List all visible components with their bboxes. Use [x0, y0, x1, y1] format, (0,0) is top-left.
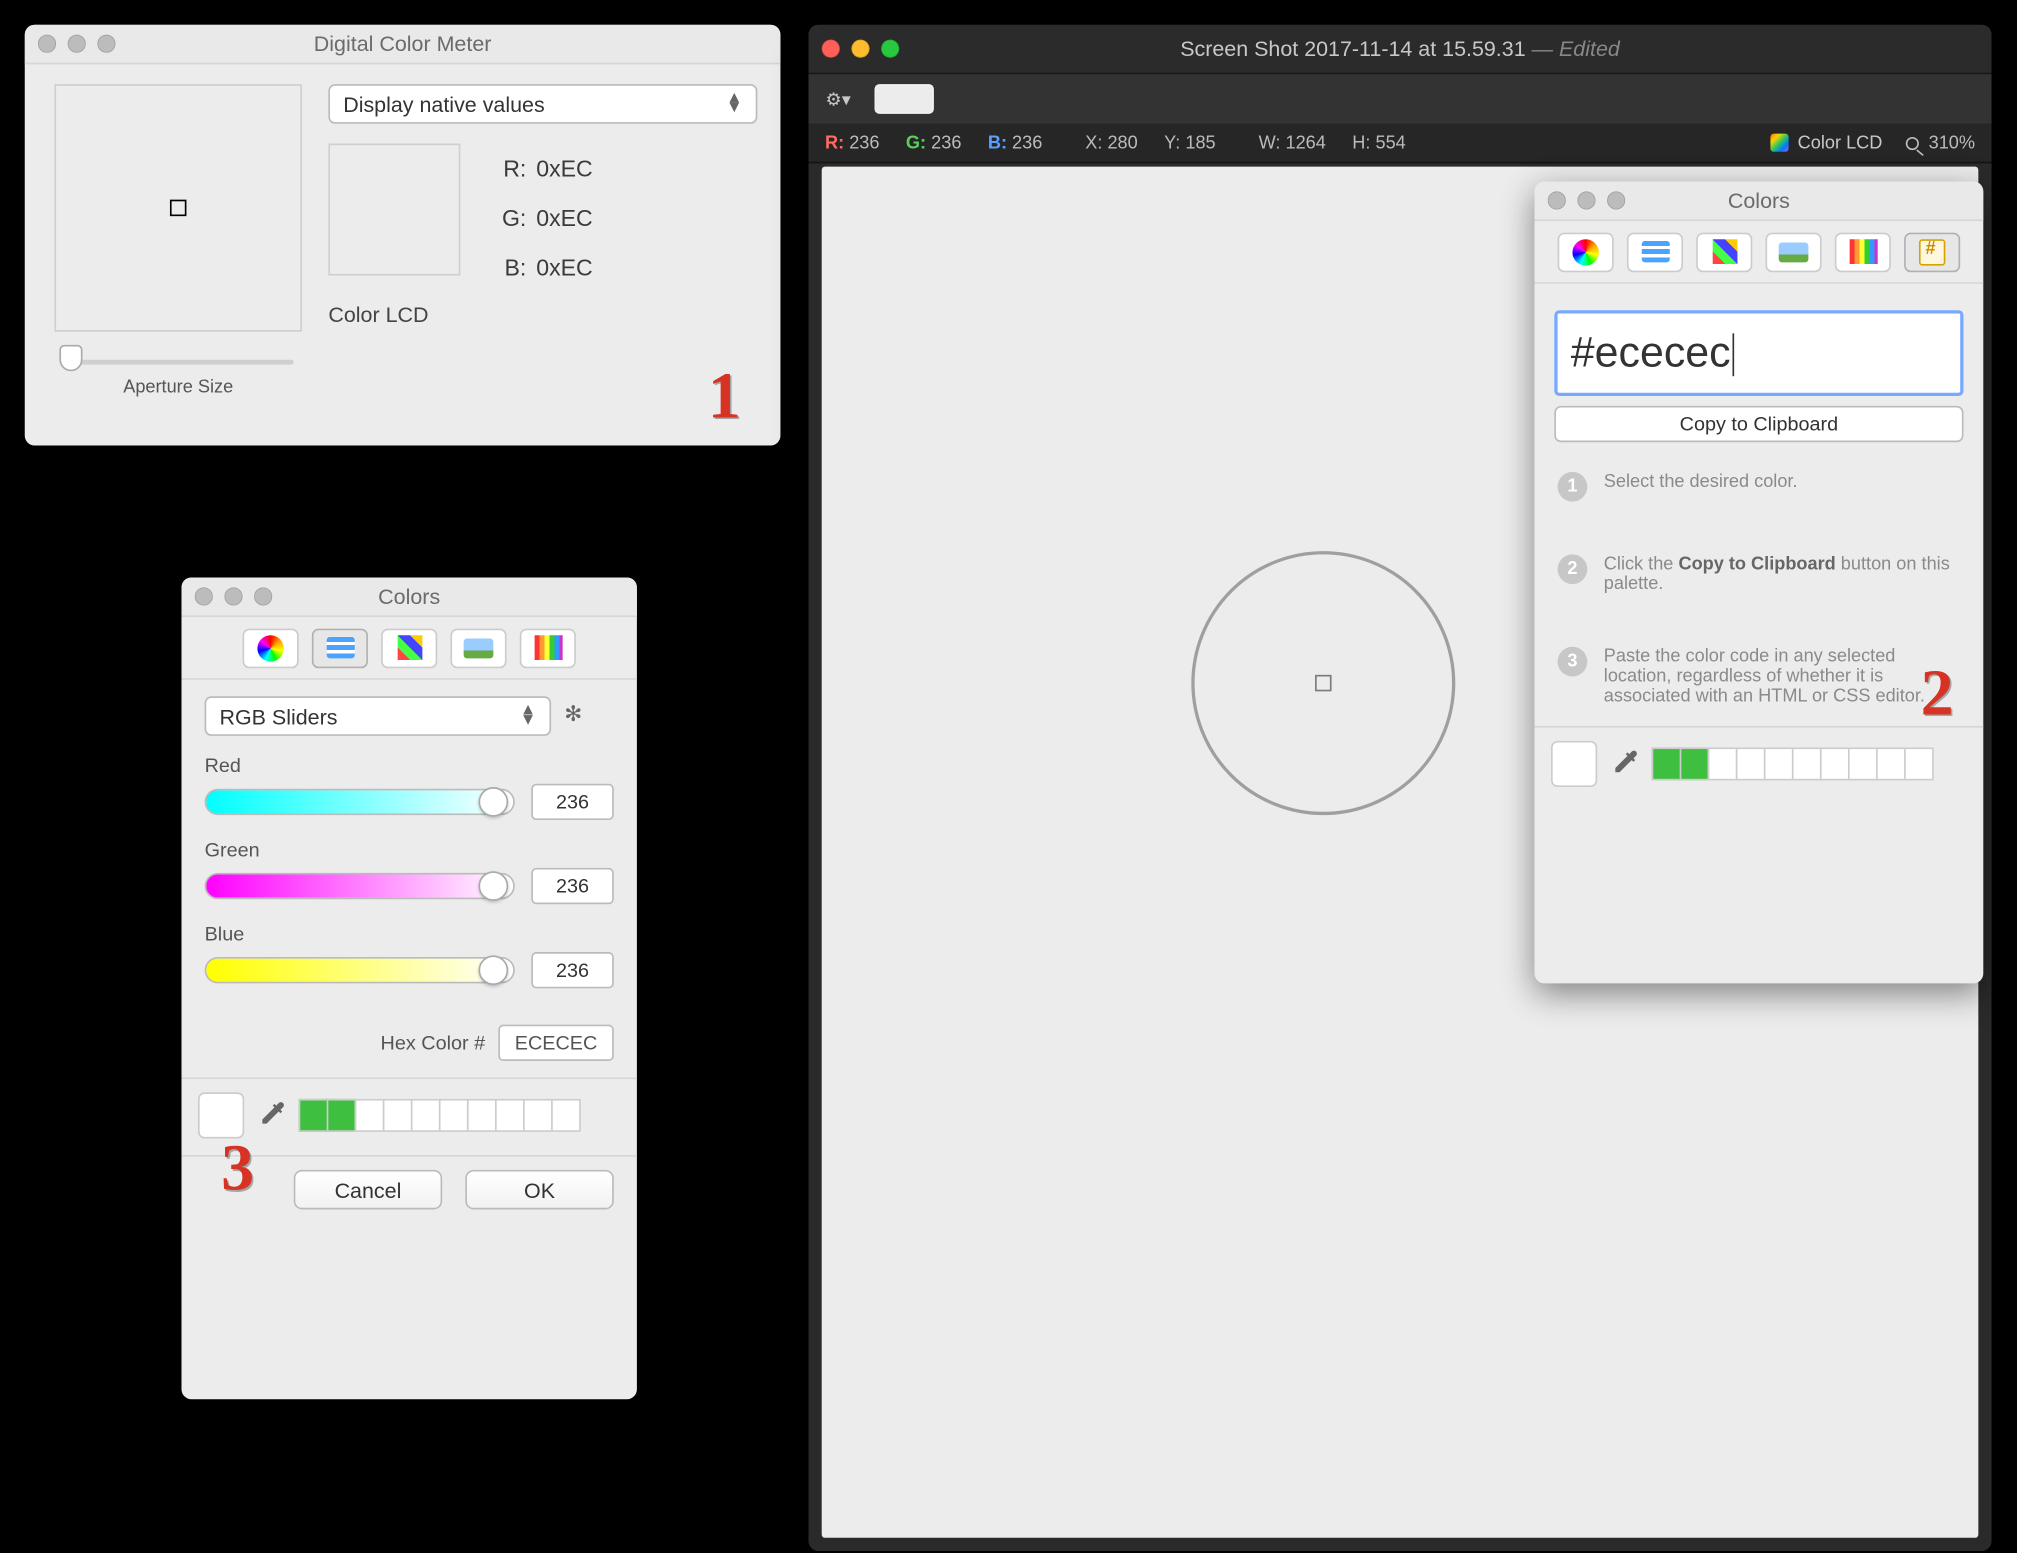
close-icon[interactable] — [822, 40, 840, 58]
tab-palette[interactable] — [1696, 232, 1752, 272]
color-picker-tabs — [182, 617, 637, 680]
red-slider[interactable] — [205, 789, 515, 815]
colors-panel-hex: Colors #ececec Copy to Clipboard 1 Selec… — [1535, 182, 1984, 984]
tab-wheel[interactable] — [243, 628, 299, 668]
wheel-icon — [257, 634, 283, 660]
window-title: Digital Color Meter — [25, 31, 781, 56]
color-picker-tabs — [1535, 221, 1984, 284]
zoom-icon[interactable] — [881, 40, 899, 58]
colors-panel-rgb: Colors RGB Sliders ▲▼ ✻ Red 236 — [182, 578, 637, 1400]
loupe-cursor[interactable] — [1192, 551, 1456, 815]
aperture-slider[interactable] — [63, 355, 294, 365]
hex-value-field[interactable]: ECECEC — [498, 1025, 614, 1061]
chevron-updown-icon: ▲▼ — [726, 94, 742, 114]
ok-button[interactable]: OK — [465, 1170, 614, 1210]
search-icon — [1906, 136, 1919, 149]
display-mode-value: Display native values — [343, 92, 545, 117]
instruction-step-2: 2 Click the Copy to Clipboard button on … — [1558, 555, 1961, 595]
hex-icon — [1919, 238, 1945, 264]
display-profile-indicator[interactable]: Color LCD — [1770, 133, 1883, 153]
close-icon[interactable] — [195, 587, 213, 605]
red-label: Red — [205, 754, 241, 777]
minimize-icon[interactable] — [224, 587, 242, 605]
palette-icon — [397, 635, 422, 660]
current-color-well[interactable] — [1551, 741, 1597, 787]
slider-mode-value: RGB Sliders — [219, 704, 337, 729]
hex-input[interactable]: #ececec — [1554, 310, 1963, 396]
zoom-icon[interactable] — [254, 587, 272, 605]
close-icon[interactable] — [38, 35, 56, 53]
color-profile-label: Color LCD — [328, 302, 757, 327]
tab-pencils[interactable] — [1835, 232, 1891, 272]
swatch-history[interactable] — [1653, 748, 1967, 781]
swatch-history[interactable] — [300, 1099, 620, 1132]
gear-icon[interactable]: ⚙︎▾ — [825, 88, 851, 109]
minimize-icon[interactable] — [68, 35, 86, 53]
eyedropper-icon[interactable] — [1610, 747, 1640, 782]
sliders-icon — [1641, 241, 1669, 262]
display-icon — [1770, 134, 1788, 152]
copy-to-clipboard-button[interactable]: Copy to Clipboard — [1554, 406, 1963, 442]
zoom-level[interactable]: 310% — [1929, 133, 1975, 153]
blue-slider[interactable] — [205, 957, 515, 983]
zoom-icon[interactable] — [1607, 191, 1625, 209]
dcm-magnifier — [54, 84, 301, 332]
tab-image[interactable] — [1766, 232, 1822, 272]
zoom-icon[interactable] — [97, 35, 115, 53]
tab-sliders[interactable] — [1627, 232, 1683, 272]
blue-label: Blue — [205, 922, 245, 945]
aperture-label: Aperture Size — [123, 378, 233, 398]
chevron-updown-icon: ▲▼ — [520, 706, 536, 726]
color-swatch — [328, 144, 460, 276]
slider-mode-select[interactable]: RGB Sliders ▲▼ — [205, 696, 552, 736]
instruction-step-3: 3 Paste the color code in any selected l… — [1558, 647, 1961, 706]
step-badge: 1 — [1558, 472, 1588, 502]
tab-pencils[interactable] — [520, 628, 576, 668]
tab-hex[interactable] — [1904, 232, 1960, 272]
hex-label: Hex Color # — [381, 1031, 486, 1054]
annotation-3: 3 — [221, 1135, 254, 1201]
green-slider[interactable] — [205, 873, 515, 899]
green-label: Green — [205, 838, 260, 861]
display-mode-select[interactable]: Display native values ▲▼ — [328, 84, 757, 124]
dcm-titlebar[interactable]: Digital Color Meter — [25, 25, 781, 65]
tab-wheel[interactable] — [1558, 232, 1614, 272]
preview-titlebar[interactable]: Screen Shot 2017-11-14 at 15.59.31 — Edi… — [809, 25, 1992, 75]
step-badge: 3 — [1558, 647, 1588, 677]
annotation-1: 1 — [708, 363, 741, 429]
preview-toolbar: ⚙︎▾ — [809, 74, 1992, 124]
image-icon — [1779, 242, 1809, 262]
rgb-values: R:0xEC G:0xEC B:0xEC — [490, 144, 593, 292]
tab-sliders[interactable] — [312, 628, 368, 668]
colors2-titlebar[interactable]: Colors — [1535, 182, 1984, 222]
minimize-icon[interactable] — [1577, 191, 1595, 209]
window-title: Screen Shot 2017-11-14 at 15.59.31 — Edi… — [809, 36, 1992, 61]
colors3-titlebar[interactable]: Colors — [182, 578, 637, 618]
green-value-field[interactable]: 236 — [531, 868, 614, 904]
sliders-icon — [326, 637, 354, 658]
wheel-icon — [1572, 238, 1598, 264]
pencils-icon — [534, 635, 562, 660]
gear-icon[interactable]: ✻ — [564, 701, 594, 731]
color-fill-swatch[interactable] — [875, 84, 934, 114]
pencils-icon — [1849, 239, 1877, 264]
red-value-field[interactable]: 236 — [531, 784, 614, 820]
close-icon[interactable] — [1548, 191, 1566, 209]
eyedropper-icon[interactable] — [257, 1098, 287, 1133]
palette-icon — [1712, 239, 1737, 264]
image-icon — [464, 638, 494, 658]
instruction-step-1: 1 Select the desired color. — [1558, 472, 1961, 502]
cancel-button[interactable]: Cancel — [294, 1170, 443, 1210]
tab-palette[interactable] — [381, 628, 437, 668]
tab-image[interactable] — [450, 628, 506, 668]
minimize-icon[interactable] — [851, 40, 869, 58]
step-badge: 2 — [1558, 555, 1588, 585]
digital-color-meter-window: Digital Color Meter Aperture Size Displa… — [25, 25, 781, 446]
preview-info-bar: R: 236 G: 236 B: 236 X: 280 Y: 185 W: 12… — [809, 124, 1992, 164]
annotation-2: 2 — [1921, 660, 1954, 726]
blue-value-field[interactable]: 236 — [531, 952, 614, 988]
